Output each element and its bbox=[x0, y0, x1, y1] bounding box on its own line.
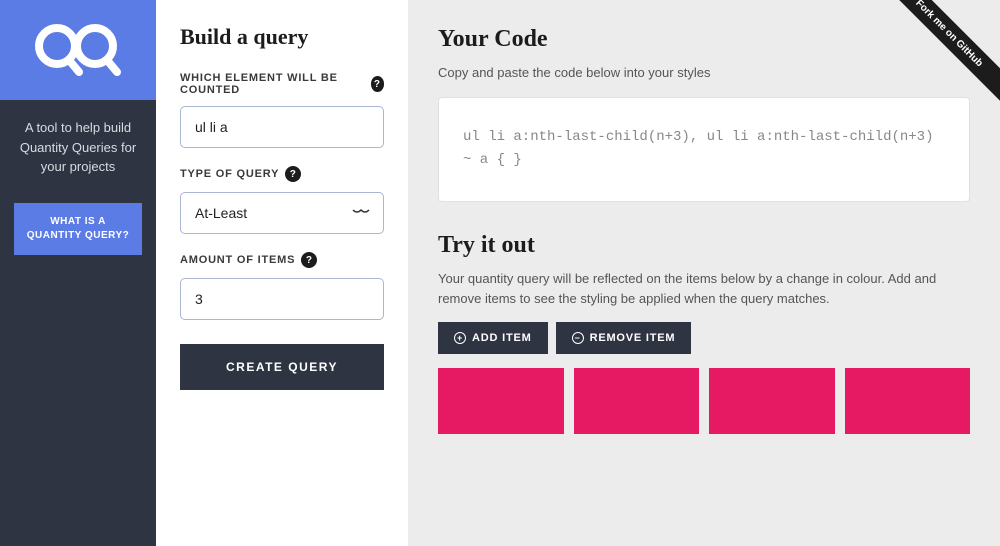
github-ribbon: Fork me on GitHub bbox=[880, 0, 1000, 120]
demo-item bbox=[438, 368, 564, 434]
main-area: Fork me on GitHub Your Code Copy and pas… bbox=[408, 0, 1000, 546]
amount-label-text: AMOUNT OF ITEMS bbox=[180, 254, 295, 266]
type-field-label: TYPE OF QUERY ? bbox=[180, 166, 384, 182]
type-select-wrap: At-Least bbox=[180, 192, 384, 234]
github-ribbon-link[interactable]: Fork me on GitHub bbox=[881, 0, 1000, 102]
type-field-group: TYPE OF QUERY ? At-Least bbox=[180, 166, 384, 234]
demo-item bbox=[574, 368, 700, 434]
element-field-label: WHICH ELEMENT WILL BE COUNTED ? bbox=[180, 72, 384, 96]
remove-item-label: REMOVE ITEM bbox=[590, 332, 676, 344]
remove-item-button[interactable]: − REMOVE ITEM bbox=[556, 322, 692, 354]
add-item-button[interactable]: + ADD ITEM bbox=[438, 322, 548, 354]
query-form-panel: Build a query WHICH ELEMENT WILL BE COUN… bbox=[156, 0, 408, 546]
demo-item bbox=[845, 368, 971, 434]
create-query-button[interactable]: CREATE QUERY bbox=[180, 344, 384, 390]
try-section-desc: Your quantity query will be reflected on… bbox=[438, 269, 970, 308]
element-field-group: WHICH ELEMENT WILL BE COUNTED ? bbox=[180, 72, 384, 148]
element-label-text: WHICH ELEMENT WILL BE COUNTED bbox=[180, 72, 365, 96]
sidebar-tagline: A tool to help build Quantity Queries fo… bbox=[0, 100, 156, 195]
help-icon[interactable]: ? bbox=[371, 76, 384, 92]
form-title: Build a query bbox=[180, 24, 384, 50]
qq-logo-icon bbox=[33, 20, 123, 80]
help-icon[interactable]: ? bbox=[301, 252, 317, 268]
plus-icon: + bbox=[454, 332, 466, 344]
try-section-title: Try it out bbox=[438, 232, 970, 259]
items-row bbox=[438, 368, 970, 434]
help-icon[interactable]: ? bbox=[285, 166, 301, 182]
logo bbox=[0, 0, 156, 100]
query-type-select[interactable]: At-Least bbox=[180, 192, 384, 234]
demo-item bbox=[709, 368, 835, 434]
minus-icon: − bbox=[572, 332, 584, 344]
sidebar: A tool to help build Quantity Queries fo… bbox=[0, 0, 156, 546]
type-label-text: TYPE OF QUERY bbox=[180, 168, 279, 180]
amount-field-group: AMOUNT OF ITEMS ? bbox=[180, 252, 384, 320]
item-button-row: + ADD ITEM − REMOVE ITEM bbox=[438, 322, 970, 354]
what-is-quantity-query-button[interactable]: WHAT IS A QUANTITY QUERY? bbox=[14, 203, 142, 255]
amount-field-label: AMOUNT OF ITEMS ? bbox=[180, 252, 384, 268]
element-input[interactable] bbox=[180, 106, 384, 148]
add-item-label: ADD ITEM bbox=[472, 332, 532, 344]
amount-input[interactable] bbox=[180, 278, 384, 320]
